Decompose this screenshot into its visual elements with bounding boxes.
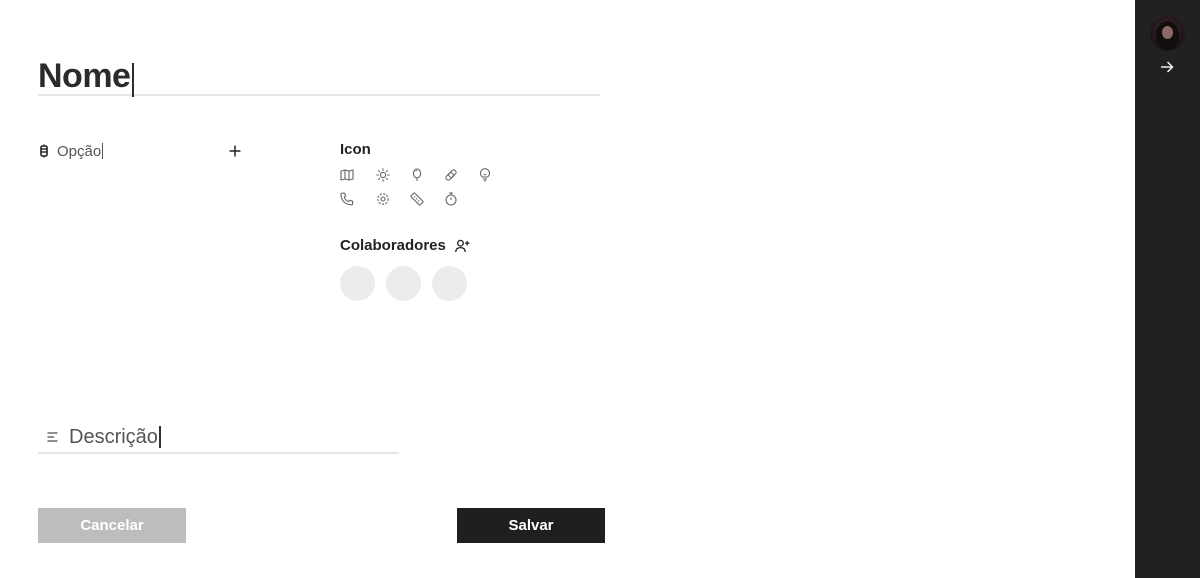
- save-button[interactable]: Salvar: [457, 508, 605, 543]
- collaborators-header: Colaboradores: [340, 237, 471, 254]
- collaborator-avatars: [340, 266, 467, 301]
- arrow-right-icon: [1161, 61, 1174, 73]
- add-collaborator-button[interactable]: [455, 238, 471, 254]
- stopwatch-icon[interactable]: [444, 192, 458, 206]
- sun-icon[interactable]: [376, 168, 390, 182]
- lightbulb-icon[interactable]: [478, 168, 492, 182]
- ruler-icon[interactable]: [410, 192, 424, 206]
- text-align-icon: [46, 431, 58, 443]
- option-row: Opção: [38, 140, 248, 162]
- name-field[interactable]: Nome: [38, 56, 600, 97]
- plus-icon: [229, 145, 241, 157]
- gear-icon[interactable]: [376, 192, 390, 206]
- user-plus-icon: [455, 239, 470, 252]
- avatar-face: [1162, 26, 1173, 39]
- collaborator-avatar-slot[interactable]: [432, 266, 467, 301]
- collaborators-title: Colaboradores: [340, 237, 446, 254]
- collaborator-avatar-slot[interactable]: [386, 266, 421, 301]
- phone-icon[interactable]: [340, 192, 354, 206]
- option-input[interactable]: Opção: [57, 143, 101, 160]
- drag-handle-icon[interactable]: [38, 143, 50, 159]
- text-caret: [158, 426, 161, 448]
- balloon-icon[interactable]: [410, 168, 424, 182]
- collapse-sidebar-button[interactable]: [1159, 59, 1175, 75]
- icon-section-title: Icon: [340, 141, 371, 158]
- cancel-button[interactable]: Cancelar: [38, 508, 186, 543]
- name-input-text[interactable]: Nome: [38, 57, 131, 95]
- description-field[interactable]: Descrição: [38, 422, 399, 454]
- bandage-icon[interactable]: [444, 168, 458, 182]
- collaborators-section: Colaboradores: [340, 237, 471, 301]
- sidebar: [1135, 0, 1200, 578]
- text-caret: [132, 62, 135, 97]
- text-caret: [102, 143, 104, 159]
- user-avatar[interactable]: [1150, 16, 1185, 51]
- map-icon[interactable]: [340, 168, 354, 182]
- main-panel: Nome Opção Icon Colaboradores Descrição …: [0, 0, 1135, 578]
- icon-section: Icon: [340, 141, 491, 206]
- collaborator-avatar-slot[interactable]: [340, 266, 375, 301]
- description-input[interactable]: Descrição: [69, 426, 158, 449]
- add-option-button[interactable]: [228, 140, 242, 162]
